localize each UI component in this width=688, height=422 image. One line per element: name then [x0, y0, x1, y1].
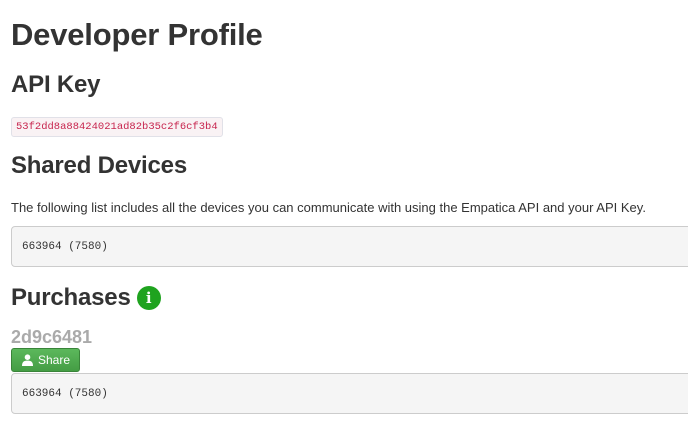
user-icon [22, 354, 33, 366]
page-title: Developer Profile [11, 17, 263, 52]
info-icon[interactable]: i [136, 286, 161, 310]
shared-devices-heading: Shared Devices [11, 152, 187, 179]
purchase-device-item: 663964 (7580) [11, 373, 688, 414]
purchase-id: 2d9c6481 [11, 327, 93, 347]
share-button-label: Share [38, 353, 71, 367]
shared-device-item: 663964 (7580) [11, 226, 688, 267]
developer-profile-page: Developer Profile API Key 53f2dd8a884240… [0, 0, 688, 422]
api-key-heading: API Key [11, 71, 101, 98]
api-key-value: 53f2dd8a88424021ad82b35c2f6cf3b4 [11, 117, 223, 137]
purchases-heading-label: Purchases [11, 284, 131, 311]
share-button[interactable]: Share [11, 348, 81, 372]
shared-devices-description: The following list includes all the devi… [11, 200, 646, 215]
purchases-heading: Purchases i [11, 283, 161, 313]
